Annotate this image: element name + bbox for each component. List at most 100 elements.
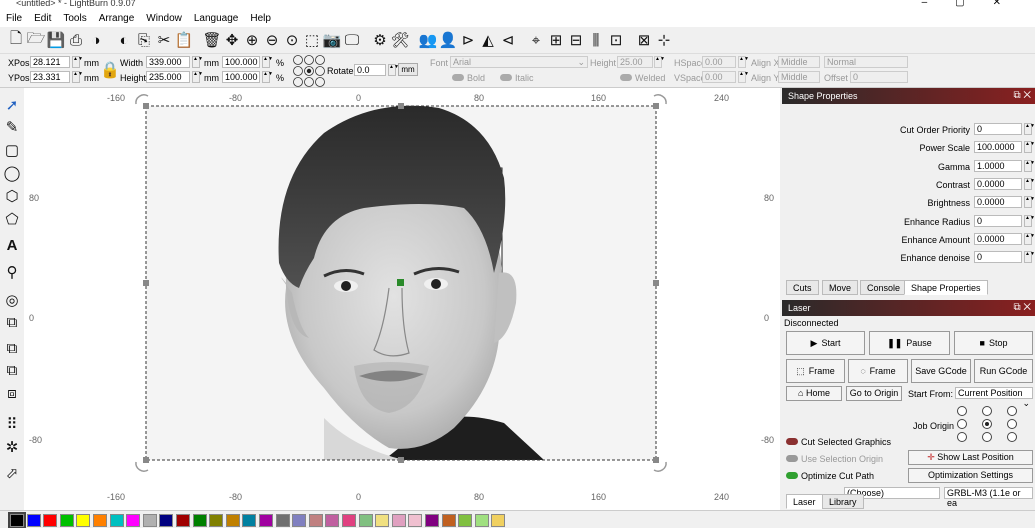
color-swatch[interactable]: [425, 514, 439, 527]
home-button[interactable]: ⌂ Home: [786, 386, 842, 401]
alignx-select[interactable]: Middle: [778, 56, 820, 68]
menu-arrange[interactable]: Arrange: [93, 13, 141, 24]
color-swatch[interactable]: [275, 514, 290, 527]
photo-image[interactable]: [24, 88, 780, 510]
zoom-out-icon[interactable]: ⊖: [262, 30, 282, 50]
color-swatch[interactable]: [192, 514, 207, 527]
bold-toggle[interactable]: [452, 74, 464, 81]
tab-library[interactable]: Library: [822, 494, 864, 509]
vspace-spinner[interactable]: ▲▼: [738, 71, 749, 83]
color-swatch[interactable]: [8, 512, 26, 528]
property-spinner[interactable]: ▲▼: [1024, 251, 1035, 264]
property-spinner[interactable]: ▲▼: [1024, 159, 1035, 172]
frame-rect-button[interactable]: ⬚ Frame: [786, 359, 845, 383]
paste-icon[interactable]: 📋: [174, 30, 194, 50]
boolean-subtract-icon[interactable]: ⧉: [3, 339, 21, 359]
rotate-field[interactable]: 0.0: [354, 64, 386, 76]
select-frame-icon[interactable]: ⬚: [302, 30, 322, 50]
color-swatch[interactable]: [441, 514, 456, 527]
color-swatch[interactable]: [109, 514, 124, 527]
offset-field[interactable]: 0: [850, 71, 908, 83]
job-origin-radio[interactable]: [1007, 406, 1017, 416]
property-spinner[interactable]: ▲▼: [1024, 141, 1035, 154]
monitor-icon[interactable]: 🖵: [342, 30, 362, 50]
property-field[interactable]: 1.0000: [974, 159, 1022, 172]
property-spinner[interactable]: ▲▼: [1024, 196, 1035, 209]
property-field[interactable]: 0: [974, 251, 1022, 264]
width-field[interactable]: 339.000: [146, 56, 190, 68]
aligny-select[interactable]: Middle: [778, 71, 820, 83]
lock-icon[interactable]: 🔒: [100, 60, 120, 80]
job-origin-radio[interactable]: [982, 432, 992, 442]
job-origin-radio[interactable]: [1007, 432, 1017, 442]
save-icon[interactable]: 💾: [46, 30, 66, 50]
scale-width-field[interactable]: 100.000: [222, 56, 260, 68]
delete-icon[interactable]: 🗑: [202, 30, 222, 50]
job-origin-radio[interactable]: [1007, 419, 1017, 429]
align-b-icon[interactable]: ⊟: [566, 30, 586, 50]
circular-array-icon[interactable]: ✲: [3, 438, 21, 458]
flip-v-icon[interactable]: ⊲: [498, 30, 518, 50]
property-field[interactable]: 0.0000: [974, 196, 1022, 209]
undo-icon[interactable]: ◑: [86, 30, 106, 50]
color-swatch[interactable]: [458, 514, 473, 527]
flip-h-icon[interactable]: ⊳: [458, 30, 478, 50]
ellipse-tool-icon[interactable]: ◯: [3, 164, 21, 184]
property-field[interactable]: 100.0000: [974, 141, 1022, 154]
width-spinner[interactable]: ▲▼: [192, 56, 203, 68]
grid-array-icon[interactable]: ⠿: [3, 415, 21, 435]
copy-icon[interactable]: ⎘: [134, 30, 154, 50]
machine-profile-select[interactable]: GRBL-M3 (1.1e or ea: [944, 487, 1033, 508]
welded-toggle[interactable]: [620, 74, 632, 81]
color-swatch[interactable]: [391, 514, 406, 527]
align-d-icon[interactable]: ⊡: [606, 30, 626, 50]
edit-nodes-icon[interactable]: ✎: [3, 118, 21, 138]
scale-height-spinner[interactable]: ▲▼: [262, 71, 273, 83]
font-select[interactable]: Arial ⌄: [450, 56, 588, 68]
redo-icon[interactable]: ◐: [114, 30, 134, 50]
property-field[interactable]: 0.0000: [974, 177, 1022, 190]
open-icon[interactable]: 🗁: [26, 30, 46, 50]
menu-window[interactable]: Window: [140, 13, 188, 24]
color-swatch[interactable]: [142, 514, 157, 527]
origin-grid-icon[interactable]: [292, 54, 326, 88]
cut-selected-toggle[interactable]: [786, 438, 798, 445]
rectangle-tool-icon[interactable]: ▢: [3, 141, 21, 161]
users-icon[interactable]: 👥: [418, 30, 438, 50]
position-laser-icon[interactable]: ⚲: [3, 263, 21, 283]
italic-toggle[interactable]: [500, 74, 512, 81]
color-swatch[interactable]: [126, 514, 141, 527]
new-file-icon[interactable]: 🗋: [6, 30, 26, 50]
color-swatch[interactable]: [491, 514, 506, 527]
tab-cuts[interactable]: Cuts: [786, 280, 819, 295]
rotate-unit-button[interactable]: mm: [398, 63, 418, 76]
color-swatch[interactable]: [408, 514, 423, 527]
color-swatch[interactable]: [259, 514, 273, 527]
property-spinner[interactable]: ▲▼: [1024, 123, 1035, 135]
color-swatch[interactable]: [325, 514, 340, 527]
job-origin-radio[interactable]: [957, 419, 967, 429]
show-last-position-button[interactable]: ✛ Show Last Position: [908, 450, 1033, 465]
font-height-field[interactable]: 25.00: [617, 56, 653, 68]
color-swatch[interactable]: [375, 514, 390, 527]
color-swatch[interactable]: [225, 514, 240, 527]
property-spinner[interactable]: ▲▼: [1024, 214, 1035, 227]
font-height-spinner[interactable]: ▲▼: [654, 56, 665, 68]
user-icon[interactable]: 👤: [438, 30, 458, 50]
property-spinner[interactable]: ▲▼: [1024, 177, 1035, 190]
height-spinner[interactable]: ▲▼: [192, 71, 203, 83]
mirror-icon[interactable]: ◭: [478, 30, 498, 50]
property-field[interactable]: 0: [974, 123, 1022, 135]
xpos-spinner[interactable]: ▲▼: [72, 56, 83, 68]
workspace-canvas[interactable]: -160 -80 0 80 160 240 -160 -80 0 80 160 …: [24, 88, 780, 510]
use-selection-origin-toggle[interactable]: [786, 455, 798, 462]
menu-language[interactable]: Language: [188, 13, 245, 24]
align-c-icon[interactable]: ⫼: [586, 30, 606, 50]
color-swatch[interactable]: [342, 514, 356, 527]
text-tool-icon[interactable]: A: [3, 236, 21, 256]
camera-icon[interactable]: 📷: [322, 30, 342, 50]
select-tool-icon[interactable]: ➚: [3, 96, 21, 116]
window-controls[interactable]: –▢✕: [922, 0, 1029, 8]
save-gcode-button[interactable]: Save GCode: [911, 359, 971, 383]
scale-width-spinner[interactable]: ▲▼: [262, 56, 273, 68]
